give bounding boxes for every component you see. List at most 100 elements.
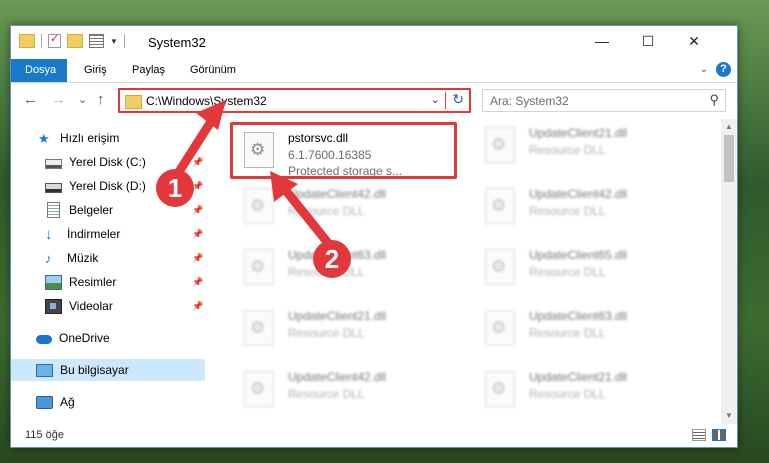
- download-icon: ↓: [45, 225, 53, 243]
- explorer-window: ▼ System32 — ☐ ✕ Dosya Giriş Paylaş Görü…: [10, 25, 738, 448]
- scroll-up-icon[interactable]: ▲: [725, 122, 733, 131]
- sidebar-item-videos[interactable]: Videolar 📌: [11, 295, 205, 317]
- sidebar-item-label: Ağ: [60, 395, 75, 409]
- file-item[interactable]: UpdateClient63.dll Resource DLL: [473, 301, 693, 351]
- network-icon: [36, 395, 53, 409]
- properties-check-icon[interactable]: [48, 32, 61, 48]
- dll-file-icon: [485, 310, 515, 346]
- drive-icon: [45, 182, 62, 193]
- file-name: UpdateClient42.dll: [529, 187, 628, 201]
- tab-home[interactable]: Giriş: [74, 59, 117, 82]
- scroll-down-icon[interactable]: ▼: [725, 411, 733, 420]
- new-folder-icon[interactable]: [67, 34, 83, 48]
- file-item[interactable]: UpdateClient21.dll Resource DLL: [473, 362, 693, 412]
- sidebar-item-quick-access[interactable]: ★ Hızlı erişim: [11, 127, 205, 149]
- sidebar-item-downloads[interactable]: ↓ İndirmeler 📌: [11, 223, 205, 245]
- forward-button[interactable]: →: [51, 91, 66, 108]
- folder-icon[interactable]: [19, 34, 35, 48]
- scrollbar-thumb[interactable]: [724, 135, 734, 182]
- sidebar-item-this-pc[interactable]: Bu bilgisayar: [11, 359, 205, 381]
- sidebar-item-label: Bu bilgisayar: [60, 363, 129, 377]
- sidebar-item-label: Videolar: [69, 299, 113, 313]
- status-bar: 115 öğe: [11, 424, 737, 447]
- sidebar-item-label: Belgeler: [69, 203, 114, 217]
- file-item[interactable]: UpdateClient65.dll Resource DLL: [473, 240, 693, 290]
- file-name: UpdateClient65.dll: [529, 248, 628, 262]
- sidebar-item-pictures[interactable]: Resimler 📌: [11, 271, 205, 293]
- file-item[interactable]: UpdateClient42.dll Resource DLL: [232, 362, 452, 412]
- sidebar-item-network[interactable]: Ağ: [11, 391, 205, 413]
- refresh-button[interactable]: ↻: [452, 91, 464, 108]
- pin-icon[interactable]: 📌: [192, 205, 203, 216]
- ribbon-tabs: Dosya Giriş Paylaş Görünüm ⌄ ?: [11, 59, 737, 83]
- file-item[interactable]: UpdateClient63.dll Resource DLL: [232, 240, 452, 290]
- address-divider: [445, 92, 446, 109]
- back-button[interactable]: ←: [23, 91, 38, 108]
- file-type: Resource DLL: [288, 326, 365, 340]
- item-count: 115 öğe: [25, 429, 64, 441]
- computer-icon: [36, 363, 53, 377]
- sidebar-item-label: Yerel Disk (C:): [69, 155, 146, 169]
- file-item[interactable]: UpdateClient21.dll Resource DLL: [232, 301, 452, 351]
- ribbon-controls: ⌄ ?: [700, 62, 731, 77]
- file-name: UpdateClient21.dll: [288, 309, 387, 323]
- address-path[interactable]: C:\Windows\System32: [146, 94, 267, 108]
- toolbar-divider: [41, 34, 42, 48]
- chevron-down-icon[interactable]: ▼: [110, 37, 118, 46]
- tiles-view-icon[interactable]: [712, 429, 726, 441]
- file-name: UpdateClient21.dll: [529, 126, 628, 140]
- minimize-button[interactable]: —: [579, 26, 625, 57]
- pin-icon[interactable]: 📌: [192, 301, 203, 312]
- sidebar-item-label: İndirmeler: [67, 227, 121, 241]
- dll-file-icon: [485, 127, 515, 163]
- pin-icon[interactable]: 📌: [192, 253, 203, 264]
- pin-icon[interactable]: 📌: [192, 181, 203, 192]
- tab-share[interactable]: Paylaş: [122, 59, 175, 82]
- sidebar-item-label: Müzik: [67, 251, 99, 265]
- quick-access-toolbar: ▼: [19, 32, 125, 48]
- folder-icon: [125, 95, 142, 109]
- file-item[interactable]: UpdateClient42.dll Resource DLL: [232, 179, 452, 229]
- maximize-button[interactable]: ☐: [625, 26, 671, 57]
- customize-toolbar-icon[interactable]: [89, 34, 104, 48]
- sidebar-item-label: Resimler: [69, 275, 117, 289]
- vertical-scrollbar[interactable]: ▲ ▼: [721, 119, 737, 424]
- recent-locations-button[interactable]: ⌄: [78, 93, 87, 106]
- pin-icon[interactable]: 📌: [192, 157, 203, 168]
- address-bar[interactable]: C:\Windows\System32 ⌄ ↻: [118, 88, 471, 113]
- file-item[interactable]: UpdateClient21.dll Resource DLL: [473, 119, 693, 168]
- up-button[interactable]: ↑: [97, 91, 105, 108]
- close-button[interactable]: ✕: [671, 26, 717, 57]
- file-type: Resource DLL: [529, 326, 606, 340]
- sidebar-item-music[interactable]: ♪ Müzik 📌: [11, 247, 205, 269]
- expand-ribbon-icon[interactable]: ⌄: [700, 64, 708, 75]
- file-name: UpdateClient63.dll: [529, 309, 628, 323]
- search-icon[interactable]: ⚲: [709, 92, 719, 108]
- file-item[interactable]: UpdateClient42.dll Resource DLL: [473, 179, 693, 229]
- help-icon[interactable]: ?: [716, 62, 731, 77]
- sidebar-item-disk-d[interactable]: Yerel Disk (D:) 📌: [11, 175, 205, 197]
- details-view-icon[interactable]: [692, 429, 706, 441]
- sidebar-item-disk-c[interactable]: Yerel Disk (C:) 📌: [11, 151, 205, 173]
- search-input[interactable]: Ara: System32 ⚲: [482, 89, 726, 112]
- cloud-icon: [36, 335, 52, 344]
- pin-icon[interactable]: 📌: [192, 229, 203, 240]
- file-name: UpdateClient21.dll: [529, 370, 628, 384]
- title-bar: ▼ System32 — ☐ ✕: [11, 26, 737, 59]
- toolbar-divider: [123, 34, 125, 48]
- file-type: Resource DLL: [529, 143, 606, 157]
- sidebar-item-onedrive[interactable]: OneDrive: [11, 327, 205, 349]
- search-placeholder: Ara: System32: [490, 94, 569, 108]
- file-type: Resource DLL: [529, 204, 606, 218]
- music-icon: ♪: [45, 250, 52, 266]
- sidebar-item-documents[interactable]: Belgeler 📌: [11, 199, 205, 221]
- address-history-button[interactable]: ⌄: [431, 93, 440, 106]
- file-type: Resource DLL: [288, 204, 365, 218]
- dll-file-icon: [244, 249, 274, 285]
- file-type: Resource DLL: [529, 387, 606, 401]
- tab-file[interactable]: Dosya: [11, 59, 67, 82]
- pin-icon[interactable]: 📌: [192, 277, 203, 288]
- pictures-icon: [45, 274, 62, 290]
- tab-view[interactable]: Görünüm: [180, 59, 246, 82]
- file-name: UpdateClient42.dll: [288, 370, 387, 384]
